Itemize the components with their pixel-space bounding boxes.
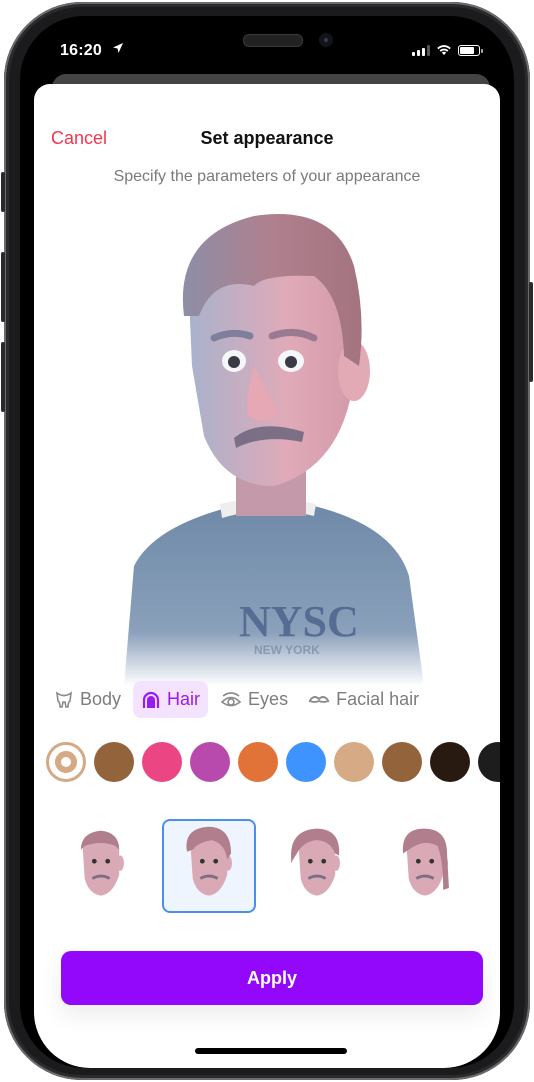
tab-label: Facial hair xyxy=(336,689,420,709)
mustache-icon xyxy=(308,695,330,703)
body-icon xyxy=(55,690,73,708)
tab-facial-hair[interactable]: Facial hair xyxy=(300,681,427,718)
apply-button[interactable]: Apply xyxy=(61,951,483,1005)
tab-label: Eyes xyxy=(248,689,289,709)
volume-down-button xyxy=(1,342,5,412)
color-swatch[interactable] xyxy=(46,742,86,782)
tab-label: Hair xyxy=(167,689,201,709)
tab-label: Body xyxy=(80,689,122,709)
power-button xyxy=(529,282,533,382)
cellular-signal-icon xyxy=(412,44,430,56)
tab-eyes[interactable]: Eyes xyxy=(212,681,296,718)
status-icons xyxy=(412,44,483,56)
screen: 16:20 Cancel Set appearance Specify the … xyxy=(20,16,514,1068)
volume-up-button xyxy=(1,252,5,322)
hairstyle-picker xyxy=(54,819,472,913)
color-swatch[interactable] xyxy=(190,742,230,782)
color-swatch[interactable] xyxy=(286,742,326,782)
page-title: Set appearance xyxy=(200,128,334,148)
location-arrow-icon xyxy=(112,42,124,57)
shirt-subtext: NEW YORK xyxy=(254,643,320,657)
eye-icon xyxy=(220,691,242,706)
page-subtitle: Specify the parameters of your appearanc… xyxy=(113,168,421,185)
color-swatch[interactable] xyxy=(94,742,134,782)
hairstyle-option-short[interactable] xyxy=(54,819,148,913)
appearance-sheet: Cancel Set appearance Specify the parame… xyxy=(34,84,500,1068)
avatar-shirt xyxy=(124,506,424,686)
hairstyle-option-pompadour[interactable] xyxy=(162,819,256,913)
status-time: 16:20 xyxy=(60,42,102,59)
tab-hair[interactable]: Hair xyxy=(133,681,209,718)
appearance-tabs: Body Hair Eyes Facial hair xyxy=(46,681,427,718)
hair-color-picker xyxy=(46,742,500,782)
hair-icon xyxy=(142,691,160,708)
color-swatch[interactable] xyxy=(430,742,470,782)
color-swatch[interactable] xyxy=(382,742,422,782)
hairstyle-option-long[interactable] xyxy=(378,819,472,913)
color-swatch[interactable] xyxy=(478,742,500,782)
home-indicator xyxy=(195,1048,347,1054)
color-swatch[interactable] xyxy=(142,742,182,782)
color-swatch[interactable] xyxy=(238,742,278,782)
avatar-preview: NYSC NEW YORK xyxy=(104,206,434,686)
silent-switch xyxy=(1,172,5,212)
color-swatch[interactable] xyxy=(334,742,374,782)
phone-frame: 16:20 Cancel Set appearance Specify the … xyxy=(1,2,533,1080)
front-camera xyxy=(319,33,333,47)
battery-icon xyxy=(458,44,483,56)
tab-body[interactable]: Body xyxy=(46,681,129,718)
earpiece-speaker xyxy=(243,34,303,47)
shirt-print: NYSC xyxy=(239,597,359,646)
wifi-icon xyxy=(437,45,451,55)
hairstyle-option-wavy[interactable] xyxy=(270,819,364,913)
